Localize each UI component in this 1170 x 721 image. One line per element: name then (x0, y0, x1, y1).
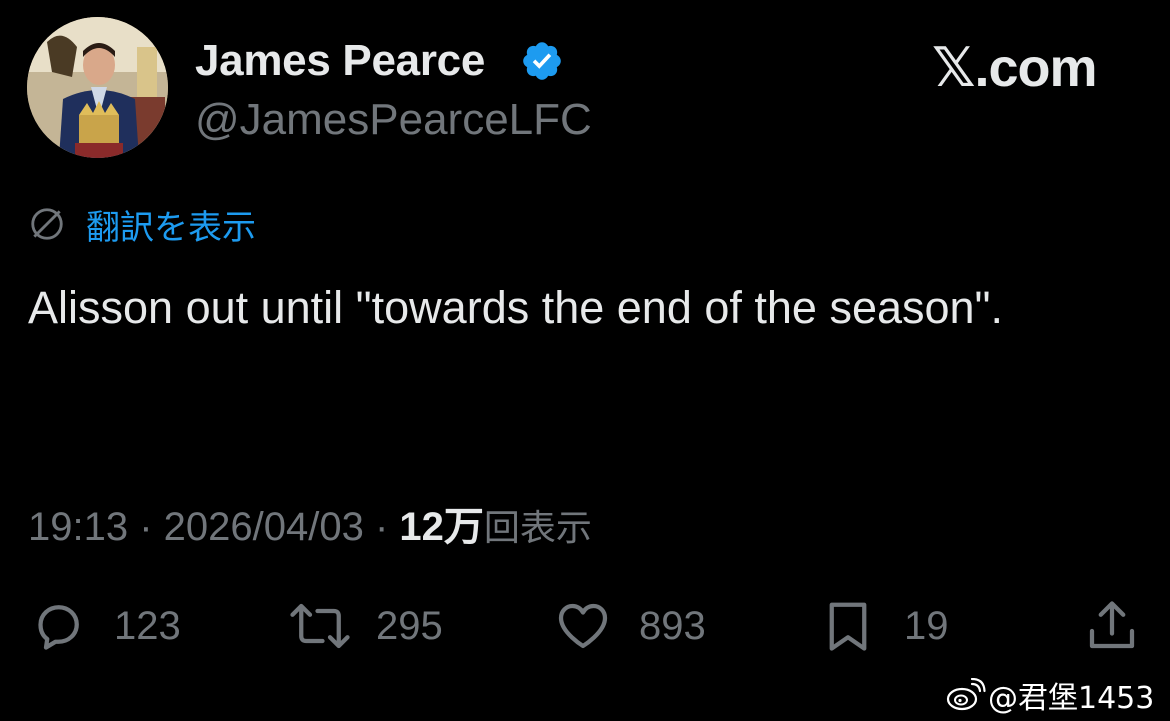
bookmark-count: 19 (904, 603, 949, 648)
watermark: @君堡1453 (946, 674, 1154, 716)
reply-button[interactable]: 123 (28, 596, 181, 656)
views-label: 回表示 (483, 508, 592, 549)
heart-icon (558, 603, 608, 649)
retweet-count: 295 (376, 603, 443, 648)
meta-separator: · (128, 505, 164, 549)
bookmark-icon (829, 602, 867, 651)
watermark-text: @君堡1453 (988, 681, 1155, 716)
tweet-date[interactable]: 2026/04/03 (164, 505, 364, 549)
translate-link[interactable]: 翻訳を表示 (28, 202, 256, 248)
verified-badge-icon (523, 42, 561, 80)
share-icon (1089, 601, 1135, 649)
retweet-icon (290, 603, 350, 649)
share-button[interactable] (1082, 596, 1142, 656)
like-button[interactable]: 893 (553, 596, 706, 656)
retweet-button[interactable]: 295 (290, 596, 443, 656)
like-count: 893 (639, 603, 706, 648)
globe-icon (31, 208, 63, 240)
action-bar: 123 295 893 19 (0, 596, 1170, 656)
avatar-photo (27, 17, 168, 158)
views-count[interactable]: 12万 (399, 505, 484, 549)
avatar[interactable] (27, 17, 168, 158)
author-handle[interactable]: @JamesPearceLFC (195, 95, 592, 145)
reply-icon (38, 605, 79, 650)
reply-count: 123 (114, 603, 181, 648)
tweet-text: Alisson out until "towards the end of th… (28, 282, 1004, 333)
author-display-name[interactable]: James Pearce (195, 36, 485, 86)
bookmark-button[interactable]: 19 (818, 596, 949, 656)
meta-separator: · (363, 505, 400, 549)
weibo-icon (946, 678, 986, 711)
translate-label: 翻訳を表示 (86, 207, 256, 248)
tweet-time[interactable]: 19:13 (28, 505, 128, 549)
brand-logo: 𝕏.com (932, 38, 1098, 98)
tweet-meta: 19:13 · 2026/04/03 · 12万回表示 (28, 494, 592, 552)
